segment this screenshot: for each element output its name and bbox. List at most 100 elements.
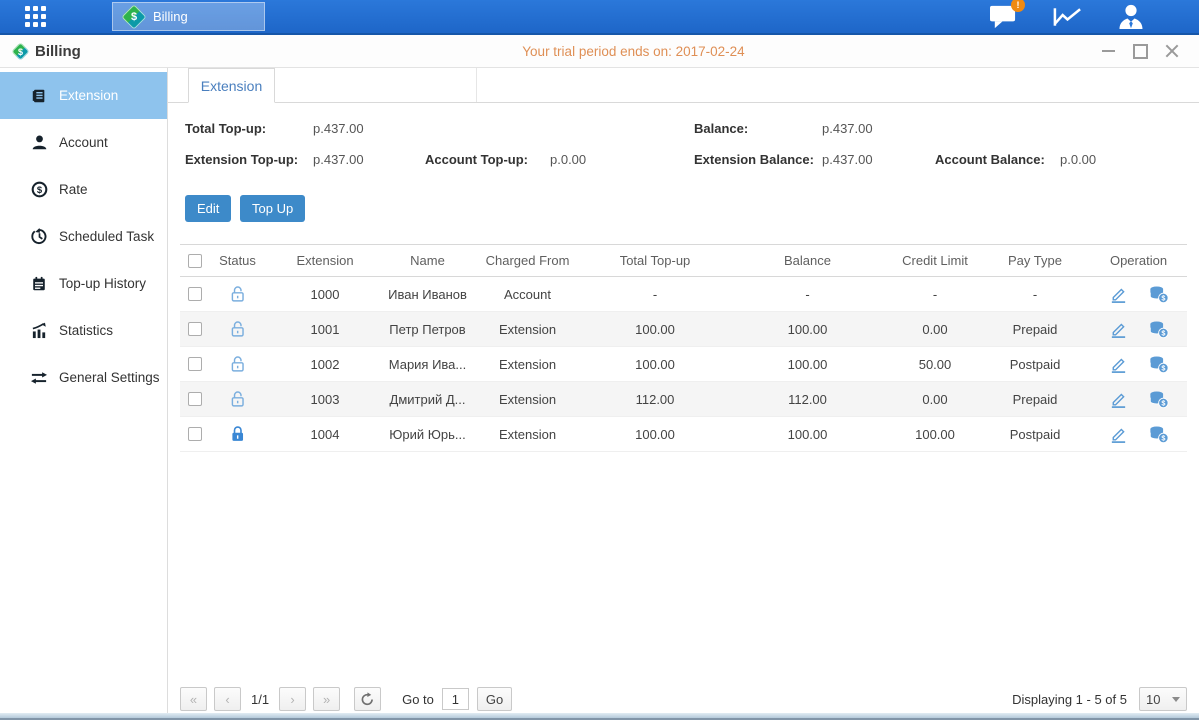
extension-balance-value: p.437.00	[822, 152, 873, 167]
svg-text:$: $	[1161, 398, 1165, 407]
edit-pencil-icon[interactable]	[1109, 389, 1129, 409]
row-checkbox[interactable]	[188, 427, 202, 441]
svg-text:$: $	[36, 185, 42, 196]
cell-charged-from: Extension	[470, 392, 585, 407]
topup-coins-icon[interactable]: $	[1149, 319, 1169, 339]
trial-notice: Your trial period ends on: 2017-02-24	[168, 44, 1099, 59]
column-header-total-top-up[interactable]: Total Top-up	[585, 253, 725, 268]
balance-label: Balance:	[694, 121, 748, 136]
row-checkbox[interactable]	[188, 287, 202, 301]
topup-coins-icon[interactable]: $	[1149, 354, 1169, 374]
cell-total-topup: 100.00	[585, 357, 725, 372]
edit-pencil-icon[interactable]	[1109, 424, 1129, 444]
account-balance-label: Account Balance:	[935, 152, 1045, 167]
edit-pencil-icon[interactable]	[1109, 354, 1129, 374]
taskbar-tab-billing[interactable]: Billing	[112, 2, 265, 31]
table-row: 1003 Дмитрий Д... Extension 112.00 112.0…	[180, 382, 1187, 417]
maximize-icon[interactable]	[1131, 42, 1149, 60]
cell-balance: 100.00	[725, 357, 890, 372]
extension-topup-label: Extension Top-up:	[185, 152, 298, 167]
sidebar-item-statistics[interactable]: Statistics	[0, 307, 167, 354]
cell-balance: -	[725, 287, 890, 302]
sidebar-item-label: Statistics	[59, 323, 113, 338]
row-checkbox[interactable]	[188, 357, 202, 371]
displaying-text: Displaying 1 - 5 of 5	[1012, 692, 1127, 707]
cell-charged-from: Account	[470, 287, 585, 302]
main-content: Extension Total Top-up: p.437.00 Balance…	[168, 68, 1199, 713]
cell-charged-from: Extension	[470, 427, 585, 442]
cell-total-topup: -	[585, 287, 725, 302]
page-info: 1/1	[251, 692, 269, 707]
svg-text:$: $	[1161, 433, 1165, 442]
column-header-charged-from[interactable]: Charged From	[470, 253, 585, 268]
total-topup-label: Total Top-up:	[185, 121, 266, 136]
sidebar-item-label: Scheduled Task	[59, 229, 154, 244]
edit-pencil-icon[interactable]	[1109, 284, 1129, 304]
total-topup-value: p.437.00	[313, 121, 364, 136]
topup-button[interactable]: Top Up	[240, 195, 305, 222]
cell-name: Петр Петров	[385, 322, 470, 337]
sidebar-item-scheduled-task[interactable]: Scheduled Task	[0, 213, 167, 260]
topup-coins-icon[interactable]: $	[1149, 424, 1169, 444]
first-page-button[interactable]: «	[180, 687, 207, 711]
apps-grid-icon[interactable]	[0, 0, 70, 33]
sidebar-item-extension[interactable]: Extension	[0, 72, 167, 119]
statistics-icon	[30, 322, 48, 340]
svg-text:$: $	[1161, 293, 1165, 302]
table-row: 1000 Иван Иванов Account - - - - $	[180, 277, 1187, 312]
edit-button[interactable]: Edit	[185, 195, 231, 222]
last-page-button[interactable]: »	[313, 687, 340, 711]
unlocked-icon	[229, 285, 246, 304]
unlocked-icon	[229, 320, 246, 339]
sidebar-item-account[interactable]: Account	[0, 119, 167, 166]
sidebar-item-top-up-history[interactable]: Top-up History	[0, 260, 167, 307]
select-all-checkbox[interactable]	[188, 254, 202, 268]
account-topup-value: p.0.00	[550, 152, 586, 167]
next-page-button[interactable]: ›	[279, 687, 306, 711]
scheduled-task-icon	[30, 228, 48, 246]
account-topup-label: Account Top-up:	[425, 152, 528, 167]
page-size-value: 10	[1146, 692, 1172, 707]
table-row: 1004 Юрий Юрь... Extension 100.00 100.00…	[180, 417, 1187, 452]
account-balance-value: p.0.00	[1060, 152, 1096, 167]
extension-icon	[30, 87, 48, 105]
column-header-extension[interactable]: Extension	[265, 253, 385, 268]
cell-credit-limit: 0.00	[890, 322, 980, 337]
sidebar-item-rate[interactable]: $ Rate	[0, 166, 167, 213]
column-header-status[interactable]: Status	[210, 253, 265, 268]
resource-monitor-icon[interactable]	[1051, 3, 1083, 31]
cell-charged-from: Extension	[470, 322, 585, 337]
goto-label: Go to	[402, 692, 434, 707]
minimize-icon[interactable]	[1099, 42, 1117, 60]
go-button[interactable]: Go	[477, 687, 512, 711]
cell-credit-limit: -	[890, 287, 980, 302]
column-header-name[interactable]: Name	[385, 253, 470, 268]
goto-page-input[interactable]	[442, 688, 469, 710]
cell-pay-type: Prepaid	[980, 392, 1090, 407]
prev-page-button[interactable]: ‹	[214, 687, 241, 711]
page-size-select[interactable]: 10	[1139, 687, 1187, 711]
cell-pay-type: Postpaid	[980, 357, 1090, 372]
cell-pay-type: -	[980, 287, 1090, 302]
sidebar-item-label: Account	[59, 135, 108, 150]
close-icon[interactable]	[1163, 42, 1181, 60]
cell-total-topup: 100.00	[585, 322, 725, 337]
summary-panel: Total Top-up: p.437.00 Balance: p.437.00…	[168, 68, 1199, 183]
cell-extension: 1001	[265, 322, 385, 337]
column-header-balance[interactable]: Balance	[725, 253, 890, 268]
row-checkbox[interactable]	[188, 322, 202, 336]
column-header-operation[interactable]: Operation	[1090, 253, 1187, 268]
sidebar-item-label: General Settings	[59, 370, 160, 385]
column-header-pay-type[interactable]: Pay Type	[980, 253, 1090, 268]
sidebar-item-general-settings[interactable]: General Settings	[0, 354, 167, 401]
user-icon[interactable]	[1115, 3, 1147, 31]
column-header-credit-limit[interactable]: Credit Limit	[890, 253, 980, 268]
refresh-button[interactable]	[354, 687, 381, 711]
cell-charged-from: Extension	[470, 357, 585, 372]
table-header-row: StatusExtensionNameCharged FromTotal Top…	[180, 244, 1187, 277]
topup-coins-icon[interactable]: $	[1149, 389, 1169, 409]
messages-icon[interactable]: !	[987, 3, 1019, 31]
row-checkbox[interactable]	[188, 392, 202, 406]
edit-pencil-icon[interactable]	[1109, 319, 1129, 339]
topup-coins-icon[interactable]: $	[1149, 284, 1169, 304]
